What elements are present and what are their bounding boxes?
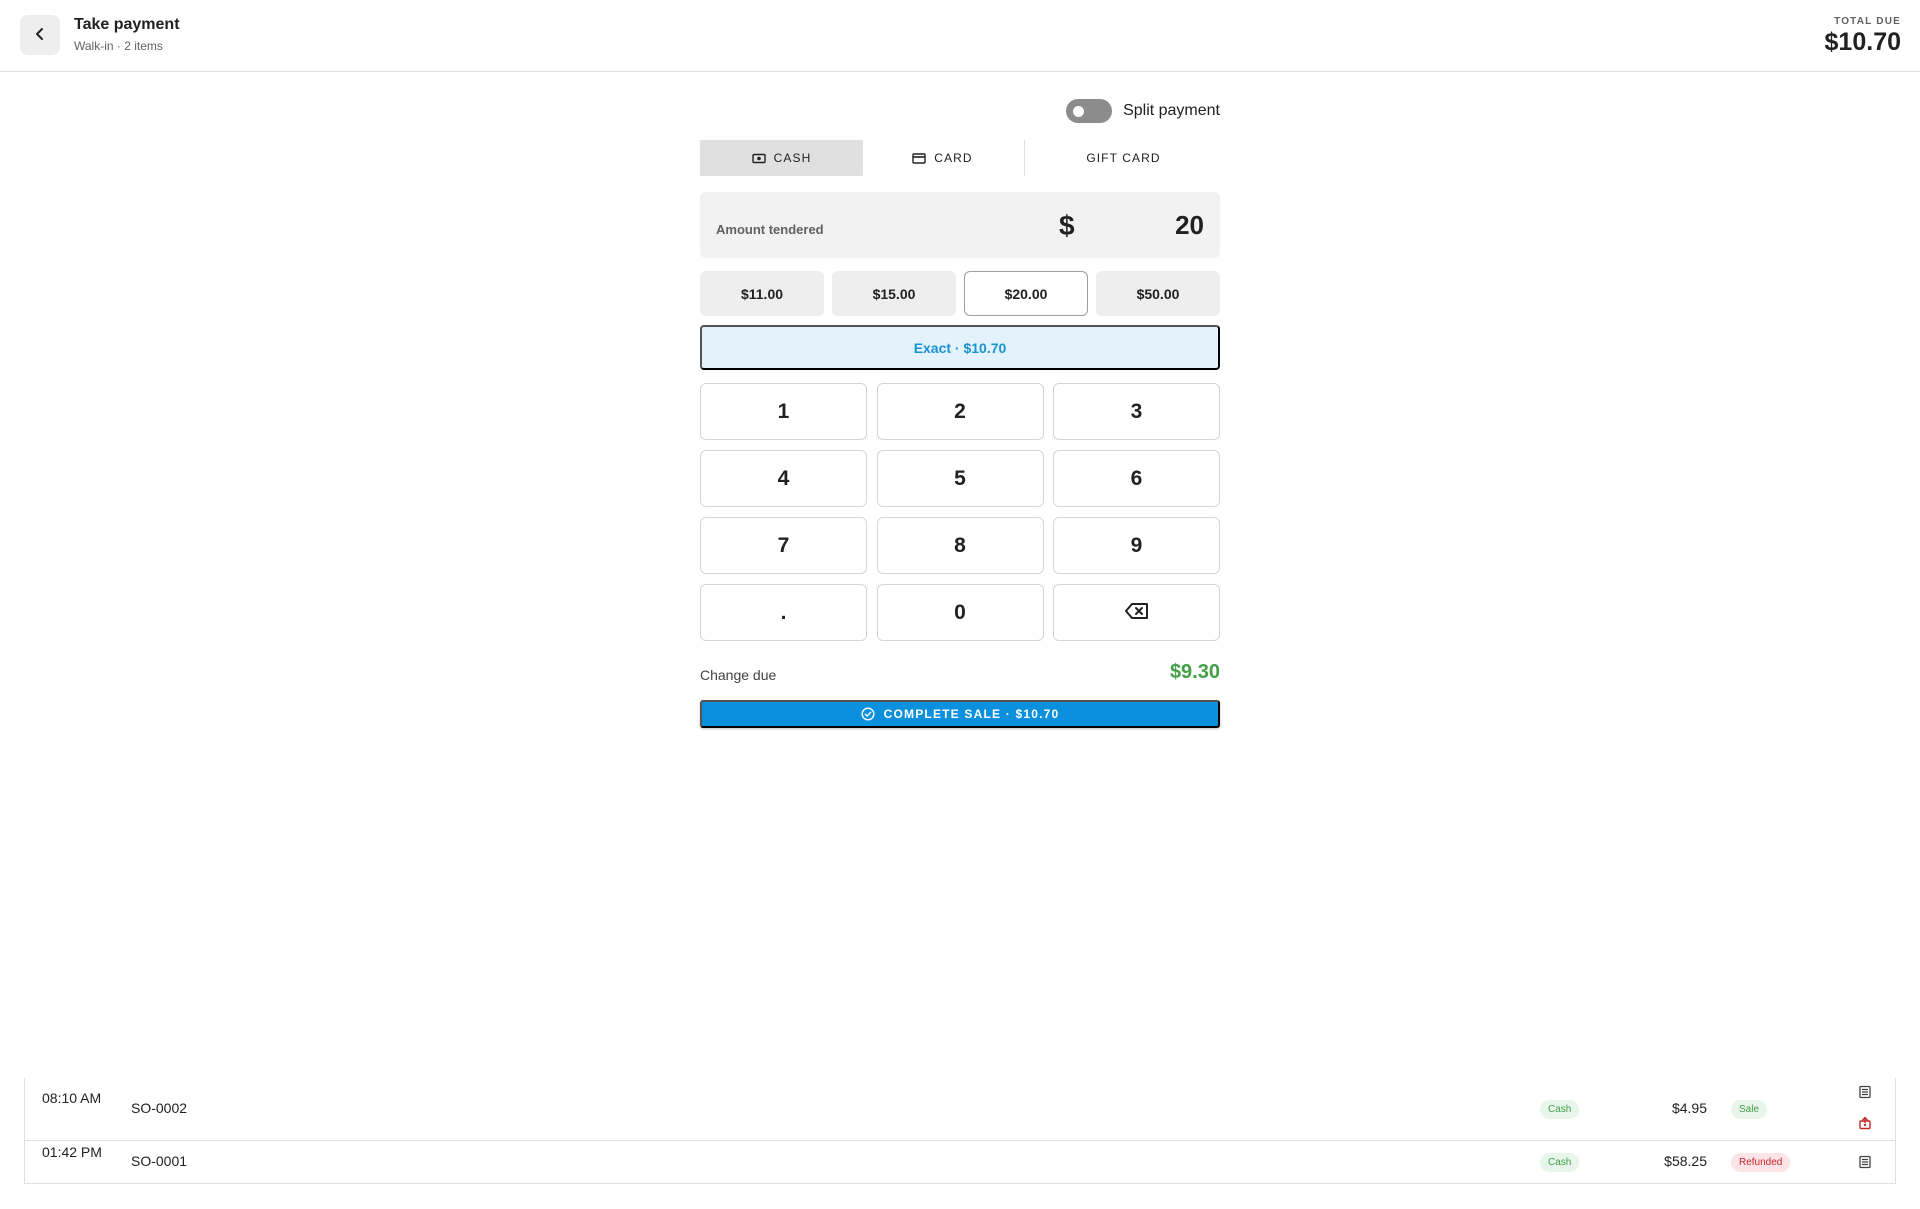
receipt-icon[interactable]	[1855, 1152, 1875, 1172]
change-due-row: Change due $9.30	[700, 658, 1220, 688]
key-5[interactable]: 5	[876, 450, 1044, 507]
backspace-icon	[1124, 601, 1149, 625]
chevron-left-icon	[33, 27, 47, 44]
tab-card-label: CARD	[934, 151, 973, 165]
toggle-knob	[1073, 106, 1085, 117]
key-1[interactable]: 1	[700, 383, 867, 440]
change-due-value: $9.30	[1169, 661, 1220, 683]
credit-card-icon	[912, 152, 926, 164]
page-title: Take payment	[74, 16, 180, 33]
status-badge: Refunded	[1731, 1153, 1791, 1172]
page-subtitle: Walk-in · 2 items	[74, 39, 163, 53]
quick-amount-button-selected[interactable]: $20.00	[964, 271, 1088, 316]
app-header: Take payment Walk-in · 2 items TOTAL DUE…	[0, 0, 1920, 72]
table-row[interactable]: 08:10 AM SO-0002 Cash $4.95 Sale	[25, 1078, 1895, 1141]
quick-amount-button[interactable]: $15.00	[832, 271, 956, 316]
quick-amount-button[interactable]: $50.00	[1096, 271, 1220, 316]
quick-amount-button[interactable]: $11.00	[700, 271, 824, 316]
receipt-icon[interactable]	[1855, 1082, 1875, 1102]
cash-icon	[751, 153, 766, 164]
key-7[interactable]: 7	[700, 517, 867, 574]
numeric-keypad: 1 2 3 4 5 6 7 8 9 . 0	[700, 383, 1220, 641]
row-order-id: SO-0001	[131, 1153, 188, 1169]
exact-amount-button[interactable]: Exact · $10.70	[700, 325, 1220, 370]
payment-method-badge: Cash	[1540, 1153, 1580, 1172]
amount-tendered-value: 20	[1175, 210, 1204, 240]
table-row[interactable]: 01:42 PM SO-0001 Cash $58.25 Refunded	[25, 1141, 1895, 1184]
key-0[interactable]: 0	[876, 584, 1044, 641]
row-time: 08:10 AM	[42, 1090, 102, 1106]
row-time: 01:42 PM	[42, 1144, 102, 1160]
transactions-table: 08:10 AM SO-0002 Cash $4.95 Sale 01:42 P…	[24, 1078, 1896, 1184]
row-amount: $58.25	[1664, 1153, 1707, 1169]
complete-sale-button[interactable]: COMPLETE SALE · $10.70	[700, 700, 1220, 728]
change-due-label: Change due	[700, 667, 777, 683]
complete-sale-label: COMPLETE SALE · $10.70	[883, 707, 1060, 721]
tab-gift-card[interactable]: GIFT CARD	[1027, 140, 1220, 176]
amount-tendered-label: Amount tendered	[716, 222, 824, 237]
tab-gift-card-label: GIFT CARD	[1086, 151, 1161, 165]
currency-symbol: $	[1059, 210, 1075, 241]
refund-icon[interactable]	[1855, 1113, 1875, 1133]
key-decimal[interactable]: .	[700, 584, 867, 641]
back-button[interactable]	[20, 15, 60, 55]
row-amount: $4.95	[1671, 1100, 1707, 1116]
payment-method-badge: Cash	[1540, 1100, 1580, 1119]
row-order-id: SO-0002	[131, 1100, 188, 1116]
tab-cash-label: CASH	[773, 151, 812, 165]
key-8[interactable]: 8	[876, 517, 1044, 574]
payment-method-tabs: CASH CARD GIFT CARD	[700, 140, 1220, 176]
amount-tendered-field[interactable]: Amount tendered $ 20	[700, 192, 1220, 258]
tab-card[interactable]: CARD	[863, 140, 1022, 176]
key-4[interactable]: 4	[700, 450, 867, 507]
key-2[interactable]: 2	[876, 383, 1044, 440]
split-payment-row: Split payment	[1066, 98, 1220, 124]
key-3[interactable]: 3	[1053, 383, 1220, 440]
key-backspace[interactable]	[1053, 584, 1220, 641]
quick-amounts: $11.00 $15.00 $20.00 $50.00	[700, 271, 1220, 316]
key-9[interactable]: 9	[1053, 517, 1220, 574]
total-due-label: TOTAL DUE	[1834, 16, 1901, 27]
total-due-value: $10.70	[1824, 28, 1901, 56]
split-payment-toggle[interactable]	[1066, 99, 1113, 123]
tab-divider	[1024, 140, 1025, 176]
check-circle-icon	[861, 707, 875, 721]
tab-cash[interactable]: CASH	[700, 140, 863, 176]
key-6[interactable]: 6	[1053, 450, 1220, 507]
status-badge: Sale	[1731, 1100, 1768, 1119]
split-payment-label: Split payment	[1123, 102, 1220, 119]
